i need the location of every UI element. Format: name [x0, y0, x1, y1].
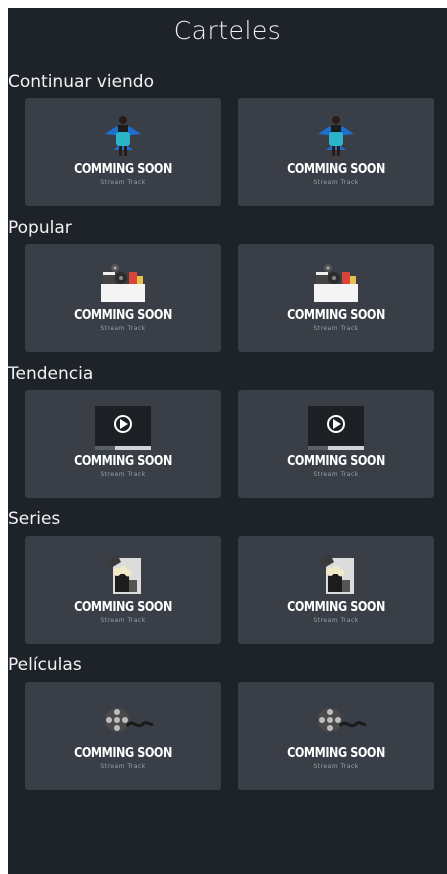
poster-card[interactable]: COMMING SOON Stream Track: [238, 98, 434, 206]
video-player-icon: [95, 406, 151, 450]
popcorn-clapper-icon: [107, 554, 141, 594]
poster-card[interactable]: COMMING SOON Stream Track: [238, 536, 434, 644]
app-screen: Carteles Continuar viendo COMMING SOON S…: [8, 8, 447, 874]
page-title: Carteles: [173, 16, 282, 45]
cinema-props-icon: [101, 264, 145, 302]
woman-portrait-icon: [318, 116, 354, 156]
poster-card[interactable]: COMMING SOON Stream Track: [238, 390, 434, 498]
film-reel-icon: [105, 708, 154, 732]
section-title-popular: Popular: [8, 218, 72, 238]
card-brand: Stream Track: [313, 617, 359, 624]
video-player-icon: [308, 406, 364, 450]
poster-card[interactable]: COMMING SOON Stream Track: [25, 390, 221, 498]
card-brand: Stream Track: [100, 763, 146, 770]
popcorn-clapper-icon: [320, 554, 354, 594]
card-label: COMMING SOON: [287, 162, 385, 177]
card-label: COMMING SOON: [287, 454, 385, 469]
card-brand: Stream Track: [100, 617, 146, 624]
card-brand: Stream Track: [313, 179, 359, 186]
card-label: COMMING SOON: [74, 600, 172, 615]
card-brand: Stream Track: [313, 763, 359, 770]
poster-card[interactable]: COMMING SOON Stream Track: [25, 244, 221, 352]
card-brand: Stream Track: [313, 471, 359, 478]
card-brand: Stream Track: [100, 471, 146, 478]
section-title-series: Series: [8, 509, 61, 529]
card-label: COMMING SOON: [287, 308, 385, 323]
poster-card[interactable]: COMMING SOON Stream Track: [25, 682, 221, 790]
film-reel-icon: [318, 708, 367, 732]
card-label: COMMING SOON: [74, 162, 172, 177]
card-brand: Stream Track: [100, 325, 146, 332]
section-title-continuar-viendo: Continuar viendo: [8, 72, 155, 92]
poster-card[interactable]: COMMING SOON Stream Track: [238, 244, 434, 352]
card-brand: Stream Track: [100, 179, 146, 186]
card-label: COMMING SOON: [74, 746, 172, 761]
poster-card[interactable]: COMMING SOON Stream Track: [25, 98, 221, 206]
poster-card[interactable]: COMMING SOON Stream Track: [25, 536, 221, 644]
section-title-peliculas: Películas: [8, 655, 82, 675]
card-label: COMMING SOON: [74, 308, 172, 323]
card-label: COMMING SOON: [287, 746, 385, 761]
woman-portrait-icon: [105, 116, 141, 156]
card-label: COMMING SOON: [287, 600, 385, 615]
card-brand: Stream Track: [313, 325, 359, 332]
cinema-props-icon: [314, 264, 358, 302]
card-label: COMMING SOON: [74, 454, 172, 469]
section-title-tendencia: Tendencia: [8, 364, 94, 384]
poster-card[interactable]: COMMING SOON Stream Track: [238, 682, 434, 790]
